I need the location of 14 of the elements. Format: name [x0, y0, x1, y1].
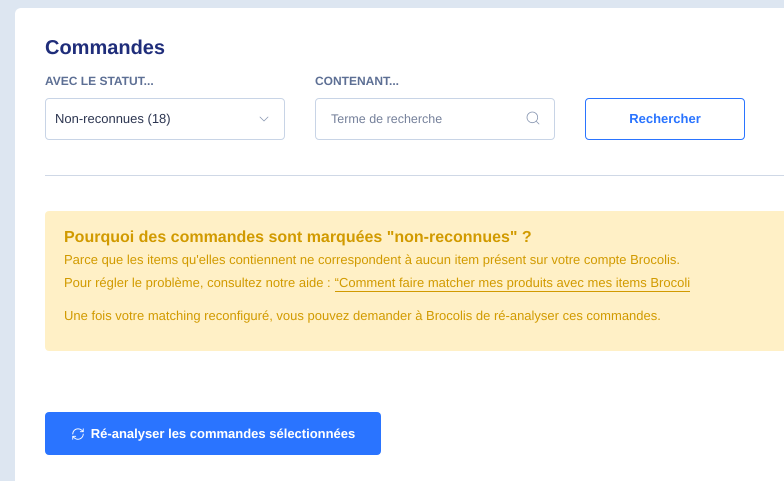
warning-text: Parce que les items qu'elles contiennent ne correspondent à aucun item présent sur votre compte Brocolis.: [64, 252, 680, 268]
help-link[interactable]: “Comment faire matcher mes produits avec mes items Brocoli: [334, 275, 690, 292]
warning-heading: Pourquoi des commandes sont marquées "non-reconnues" ?: [64, 228, 532, 248]
search-field[interactable]: Terme de recherche: [315, 98, 555, 140]
refresh-icon: [70, 426, 85, 440]
warning-text: Pour régler le problème, consultez notre aide :: [64, 275, 331, 292]
search-icon: [525, 110, 541, 126]
reanalyze-button[interactable]: Ré-analyser les commandes sélectionnées: [45, 412, 381, 455]
warning-text: Une fois votre matching reconfiguré, vous pouvez demander à Brocolis de ré-analyser ces commandes.: [64, 308, 661, 324]
search-button[interactable]: Rechercher: [585, 98, 745, 140]
filter-label: CONTENANT...: [315, 74, 399, 88]
status-dropdown[interactable]: Non-reconnues (18): [45, 98, 285, 140]
filter-label: AVEC LE STATUT...: [45, 74, 154, 88]
page-title: Commandes: [45, 36, 166, 60]
